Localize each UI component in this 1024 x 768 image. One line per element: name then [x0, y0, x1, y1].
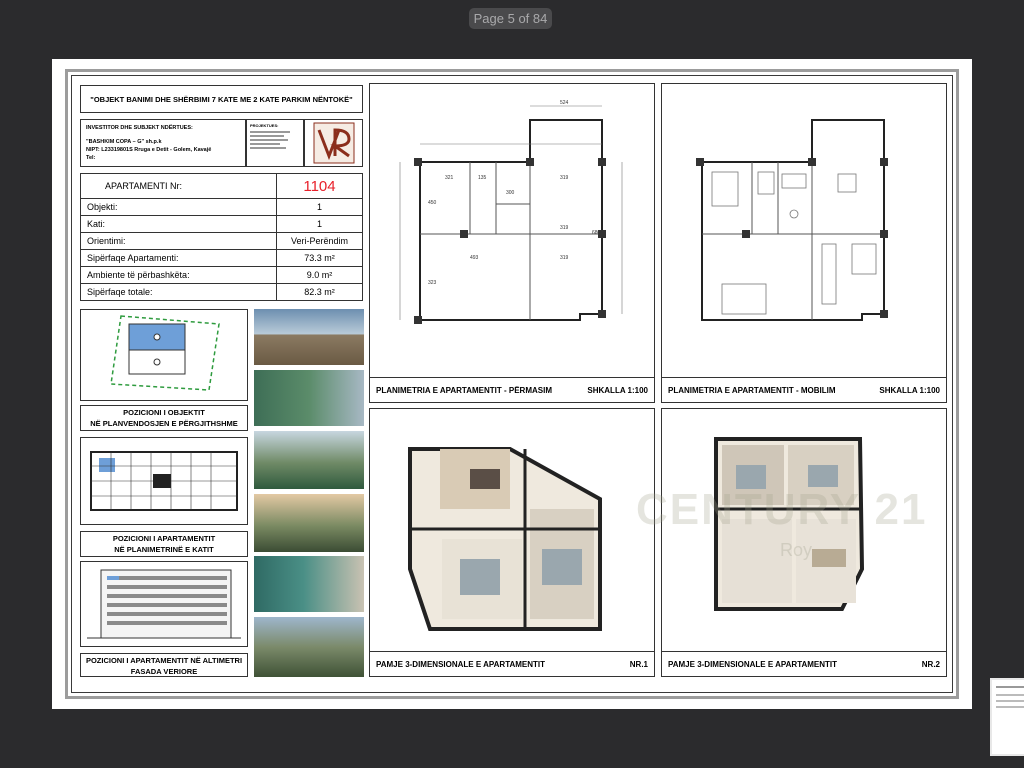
caption-line: POZICIONI I OBJEKTIT [123, 408, 205, 417]
dim-label: 135 [478, 175, 487, 181]
info-label: Ambiente të përbashkëta: [80, 266, 277, 284]
render-photo-3 [254, 431, 364, 489]
panel-4-caption: PAMJE 3-DIMENSIONALE E APARTAMENTIT NR.2 [661, 651, 947, 677]
caption-line: FASADA VERIORE [130, 667, 198, 676]
info-row: Ambiente të përbashkëta: 9.0 m² [80, 266, 363, 284]
info-value: 82.3 m² [276, 283, 363, 301]
caption-line: POZICIONI I APARTAMENTIT [112, 534, 216, 543]
dim-label: 319 [560, 255, 569, 261]
info-row: APARTAMENTI Nr: 1104 [80, 173, 363, 199]
panel-1-scale: SHKALLA 1:100 [587, 385, 648, 395]
panel-3-number: NR.1 [629, 659, 648, 669]
panel-4-number: NR.2 [921, 659, 940, 669]
site-plan [80, 309, 248, 401]
caption-line: NË PLANVENDOSJEN E PËRGJITHSHME [90, 419, 238, 428]
plan-position-caption: POZICIONI I APARTAMENTIT NË PLANIMETRINË… [80, 531, 248, 557]
dim-label: 493 [470, 255, 479, 261]
info-label: Kati: [80, 215, 277, 233]
apartment-info-table: APARTAMENTI Nr: 1104 Objekti: 1 Kati: 1 Orient… [80, 173, 363, 301]
page-thumbnail[interactable] [990, 678, 1024, 756]
designer-heading: PROJEKTUES: [250, 123, 279, 128]
dim-label: 524 [560, 100, 569, 106]
dimension-plan-drawing: 524 321 135 319 450 300 680 319 493 323 … [399, 100, 623, 324]
document-page: "OBJEKT BANIMI DHE SHËRBIMI 7 KATE ME 2 … [52, 59, 972, 709]
info-row: Sipërfaqe Apartamenti: 73.3 m² [80, 249, 363, 267]
object-position-caption: POZICIONI I OBJEKTIT NË PLANVENDOSJEN E … [80, 405, 248, 431]
panel-4-title: PAMJE 3-DIMENSIONALE E APARTAMENTIT [668, 659, 838, 669]
dim-label: 319 [560, 225, 569, 231]
info-row: Kati: 1 [80, 215, 363, 233]
3d-render-1 [408, 447, 602, 631]
caption-line: NË PLANIMETRINË E KATIT [114, 545, 214, 554]
investor-name: "BASHKIM COPA – G" sh.p.k [86, 139, 162, 145]
studio-logo-icon [313, 122, 354, 164]
elevation-position-caption: POZICIONI I APARTAMENTIT NË ALTIMETRI FA… [80, 653, 248, 677]
info-value: 1104 [276, 173, 363, 199]
render-photo-6 [254, 617, 364, 677]
panel-3d-view-1 [369, 408, 655, 677]
floor-plan-position [80, 437, 248, 525]
designer-logo [304, 119, 363, 167]
furnished-plan-drawing [696, 119, 888, 321]
panel-1-title: PLANIMETRIA E APARTAMENTIT - PËRMASIM [376, 385, 552, 395]
info-value: 1 [276, 215, 363, 233]
dim-label: 450 [428, 200, 437, 206]
info-label: Orientimi: [80, 232, 277, 250]
dim-label: 319 [560, 175, 569, 181]
info-value: Veri-Perëndim [276, 232, 363, 250]
info-label: Sipërfaqe totale: [80, 283, 277, 301]
panel-dimension-plan: 524 321 135 319 450 300 680 319 493 323 … [369, 83, 655, 403]
render-photo-2 [254, 370, 364, 426]
info-row: Objekti: 1 [80, 198, 363, 216]
investor-heading: INVESTITOR DHE SUBJEKT NDËRTUES: [86, 125, 193, 131]
dim-label: 323 [428, 280, 437, 286]
page-indicator: Page 5 of 84 [469, 8, 552, 29]
panel-2-caption: PLANIMETRIA E APARTAMENTIT - MOBILIM SHK… [661, 377, 947, 403]
designer-block: PROJEKTUES: [246, 119, 304, 167]
render-photo-4 [254, 494, 364, 552]
panel-2-title: PLANIMETRIA E APARTAMENTIT - MOBILIM [668, 385, 836, 395]
panel-3-title: PAMJE 3-DIMENSIONALE E APARTAMENTIT [376, 659, 546, 669]
info-label: Objekti: [80, 198, 277, 216]
info-row: Sipërfaqe totale: 82.3 m² [80, 283, 363, 301]
watermark-text: CENTURY 21 [636, 485, 928, 534]
investor-block: INVESTITOR DHE SUBJEKT NDËRTUES: "BASHKI… [80, 119, 246, 167]
elevation-position [80, 561, 248, 647]
info-value: 9.0 m² [276, 266, 363, 284]
watermark-sub: Roy [780, 540, 813, 560]
info-value: 1 [276, 198, 363, 216]
panel-3-caption: PAMJE 3-DIMENSIONALE E APARTAMENTIT NR.1 [369, 651, 655, 677]
dim-label: 300 [506, 190, 515, 196]
panel-1-caption: PLANIMETRIA E APARTAMENTIT - PËRMASIM SH… [369, 377, 655, 403]
info-label: APARTAMENTI Nr: [80, 173, 277, 199]
investor-tel: Tel: [86, 155, 96, 161]
panel-furnished-plan [661, 83, 947, 403]
investor-nipt: NIPT: L23319801S Rruga e Detit - Golem, … [86, 147, 212, 153]
render-photo-5 [254, 556, 364, 612]
panel-2-scale: SHKALLA 1:100 [879, 385, 940, 395]
render-photo-1 [254, 309, 364, 365]
dim-label: 321 [445, 175, 454, 181]
caption-line: POZICIONI I APARTAMENTIT NË ALTIMETRI [85, 656, 243, 665]
info-label: Sipërfaqe Apartamenti: [80, 249, 277, 267]
dim-label: 680 [592, 230, 601, 236]
info-value: 73.3 m² [276, 249, 363, 267]
project-title: "OBJEKT BANIMI DHE SHËRBIMI 7 KATE ME 2 … [80, 85, 363, 113]
info-row: Orientimi: Veri-Perëndim [80, 232, 363, 250]
